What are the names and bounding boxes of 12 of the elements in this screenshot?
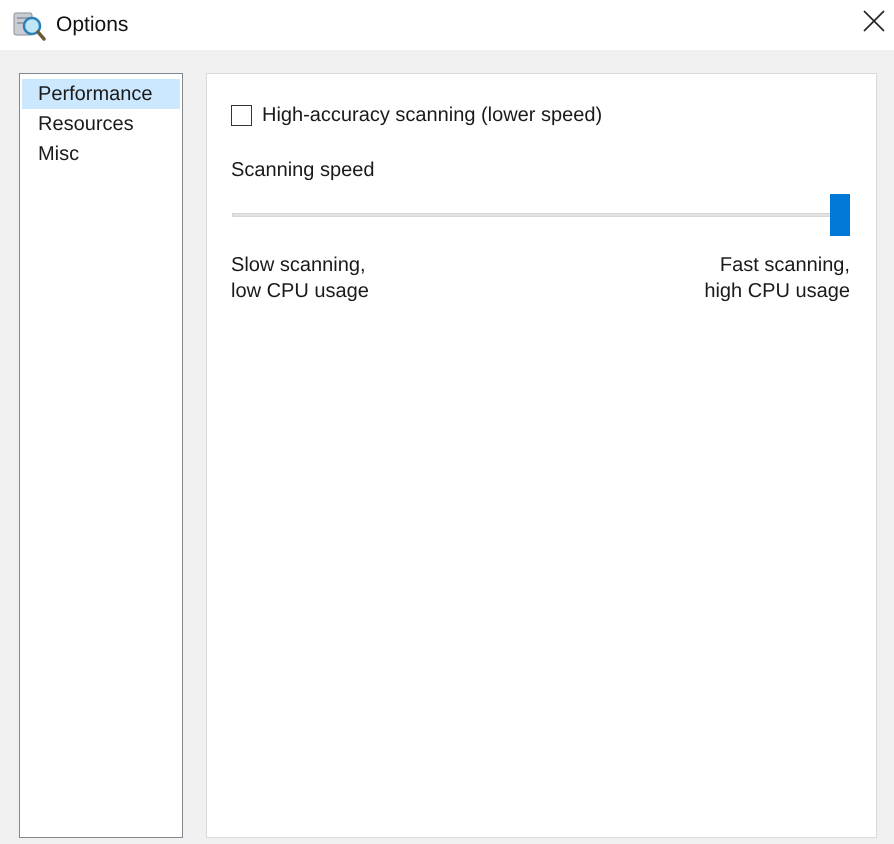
slider-track[interactable] [231,194,850,236]
slider-max-label: Fast scanning, high CPU usage [704,253,850,304]
slider-min-label: Slow scanning, low CPU usage [231,253,369,304]
slider-label: Scanning speed [231,159,376,182]
close-icon[interactable] [863,10,885,32]
sidebar-item[interactable]: Resources [22,109,180,139]
checkbox-label: High-accuracy scanning (lower speed) [262,104,602,127]
checkbox[interactable] [231,105,252,126]
sidebar-item[interactable]: Performance [22,79,180,109]
slider-thumb[interactable] [830,194,850,236]
window-title: Options [56,13,130,37]
sidebar-item[interactable]: Misc [22,139,180,169]
